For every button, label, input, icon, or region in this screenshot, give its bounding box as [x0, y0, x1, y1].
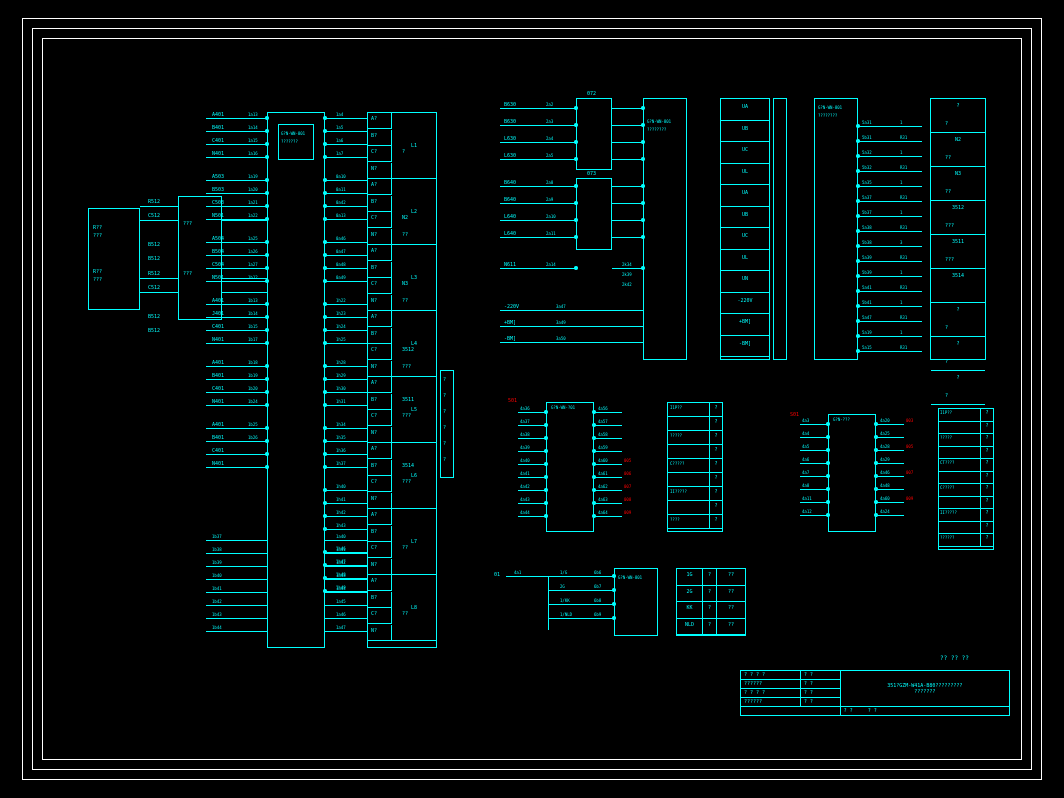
- tb-r3-1: ? ?: [800, 698, 840, 707]
- right-ic: G?N-WN-801 ????????: [814, 98, 858, 360]
- tb-sub: ???????: [914, 689, 935, 695]
- tb-r3-0: ??????: [741, 698, 801, 707]
- tb-f0: ? ?: [844, 708, 853, 714]
- tb-r1-0: ??????: [741, 680, 801, 689]
- ric-sub: ????????: [818, 113, 837, 118]
- component-sub: ???????: [281, 139, 298, 144]
- conn1-ref: 501: [508, 398, 517, 404]
- cad-canvas: R?? ??? R?? ??? ??? ??? R512B512C512B512…: [0, 0, 1064, 798]
- status-table-2: I1P???????????CT??????C???????II????????…: [938, 408, 994, 550]
- c072-label: 072: [587, 91, 596, 97]
- tb-r0-1: ? ?: [800, 671, 840, 680]
- center-lbl-1: ???: [183, 271, 192, 277]
- tb-r0-0: ? ? ? ?: [741, 671, 801, 680]
- r1-label: R??: [93, 225, 102, 231]
- rmain-label: G?N-WN-801: [647, 119, 671, 124]
- left-connector: R?? ??? R?? ???: [88, 208, 140, 310]
- comp-072: 072: [576, 98, 612, 170]
- bic-label: G?N-WN-801: [618, 575, 642, 580]
- title-block: ? ? ? ?? ?351?GZM-W41A-B80??????????????…: [740, 670, 1010, 716]
- bottom-ic: G?N-WN-801: [614, 568, 658, 636]
- main-ic-body: [267, 112, 325, 648]
- pin-table: A?L1B?C??N?A?L2B?C?N2N???A?L3B?C?N3N???A…: [367, 112, 437, 648]
- tb-topright: ?? ?? ??: [940, 655, 969, 662]
- conn2-ref: S01: [790, 412, 799, 418]
- center-lbl-0: ???: [183, 221, 192, 227]
- tb-f1: ? ?: [868, 708, 877, 714]
- component-label: G?N-WN-801: [281, 131, 305, 136]
- rmain-sub: ????????: [647, 127, 666, 132]
- connector-1: G?N-WN-?01: [546, 402, 594, 532]
- volt-side: [773, 98, 787, 360]
- tb-r1-1: ? ?: [800, 680, 840, 689]
- tb-r2-1: ? ?: [800, 689, 840, 698]
- connector-2: G?N-???: [828, 414, 876, 532]
- ric-label: G?N-WN-801: [818, 105, 842, 110]
- voltage-table: UAUBUCULUAUBUCULUN-220V+BM]-BM]: [720, 98, 770, 360]
- conn2-name: G?N-???: [833, 417, 850, 422]
- bottom-table: 1G???2G???KK???NLD???: [676, 568, 746, 636]
- status-table-1: I1P???????????C???????II????????????: [667, 402, 723, 532]
- inner-frame: [42, 38, 1022, 760]
- conn1-name: G?N-WN-?01: [551, 405, 575, 410]
- bottom-ref: 01: [494, 572, 500, 578]
- tb-r2-0: ? ? ? ?: [741, 689, 801, 698]
- right-main-ic: G?N-WN-801 ????????: [643, 98, 687, 360]
- c073-label: 073: [587, 171, 596, 177]
- main-ic-label: G?N-WN-801 ???????: [278, 124, 314, 160]
- r2-label: R??: [93, 269, 102, 275]
- r1-sub: ???: [93, 233, 102, 239]
- comp-073: 073: [576, 178, 612, 250]
- r2-sub: ???: [93, 277, 102, 283]
- pin-side: ??????: [440, 370, 454, 478]
- far-right-table: ??N2??N3??3512???3511???3514??????: [930, 98, 986, 360]
